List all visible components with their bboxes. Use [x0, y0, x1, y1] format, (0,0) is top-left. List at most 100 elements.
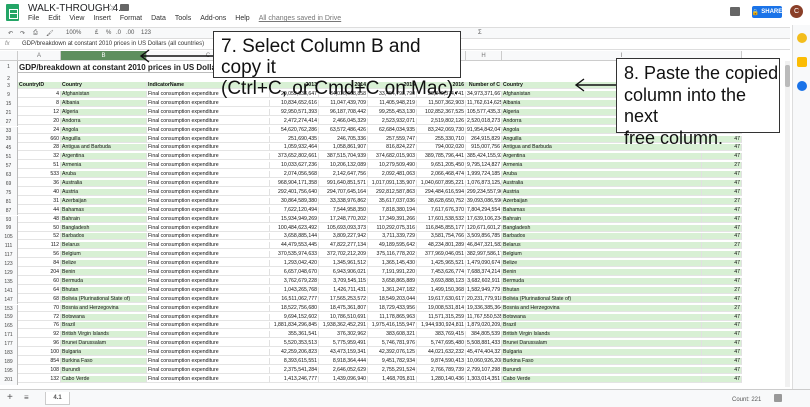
data-cell[interactable]: 7,804,294,554: [466, 206, 502, 214]
row-header[interactable]: 99: [0, 224, 18, 234]
tasks-icon[interactable]: [797, 57, 807, 67]
data-cell[interactable]: 9,451,782,934: [368, 358, 417, 365]
data-cell[interactable]: 120,671,601,272: [466, 224, 502, 232]
data-cell[interactable]: 64: [18, 286, 61, 294]
row-header[interactable]: 81: [0, 197, 18, 207]
data-cell[interactable]: Final consumption expenditure: [147, 197, 270, 205]
data-cell[interactable]: 1,479,090,674: [466, 260, 502, 268]
data-cell[interactable]: Botswana: [502, 313, 702, 321]
header-cell[interactable]: CountryID: [18, 82, 61, 89]
data-cell[interactable]: Bulgaria: [502, 349, 702, 357]
data-cell[interactable]: 7,622,120,494: [270, 206, 319, 214]
data-cell[interactable]: 9,694,152,602: [270, 313, 319, 321]
data-cell[interactable]: Bhutan: [502, 286, 702, 294]
data-cell[interactable]: 34,973,371,667: [466, 91, 502, 98]
data-cell[interactable]: 384,805,539: [466, 331, 502, 339]
data-cell[interactable]: Brunei Darussalam: [502, 340, 702, 348]
more-formats[interactable]: 123: [141, 30, 151, 36]
data-cell[interactable]: 72: [18, 313, 61, 321]
data-cell[interactable]: 91,954,842,047: [466, 126, 502, 134]
data-cell[interactable]: 1,938,362,452,291: [319, 322, 368, 330]
data-cell[interactable]: Bosnia and Herzegovina: [61, 304, 147, 312]
menu-format[interactable]: Format: [120, 15, 142, 25]
data-cell[interactable]: 19,336,385,364: [466, 304, 502, 312]
data-cell[interactable]: Andorra: [61, 117, 147, 125]
data-cell[interactable]: Final consumption expenditure: [147, 251, 270, 259]
data-cell[interactable]: 10,834,652,616: [270, 99, 319, 107]
data-cell[interactable]: 10,060,926,208: [466, 358, 502, 365]
data-cell[interactable]: Australia: [502, 180, 702, 187]
data-cell[interactable]: 39,093,086,596: [466, 197, 502, 205]
data-cell[interactable]: Final consumption expenditure: [147, 171, 270, 179]
data-cell[interactable]: 294,484,616,594: [417, 188, 466, 196]
data-cell[interactable]: Final consumption expenditure: [147, 322, 270, 330]
row-header[interactable]: 171: [0, 331, 18, 341]
data-cell[interactable]: 84: [18, 260, 61, 268]
data-cell[interactable]: 62,684,034,935: [368, 126, 417, 134]
data-cell[interactable]: 17,349,391,266: [368, 215, 417, 223]
data-cell[interactable]: Final consumption expenditure: [147, 215, 270, 223]
row-header[interactable]: 105: [0, 233, 18, 243]
data-cell[interactable]: 7,453,626,774: [417, 269, 466, 276]
data-cell[interactable]: Burkina Faso: [61, 358, 147, 365]
data-cell[interactable]: 16,511,062,777: [270, 295, 319, 303]
data-cell[interactable]: 2,074,056,568: [270, 171, 319, 179]
row-header[interactable]: 63: [0, 171, 18, 180]
row-header[interactable]: 21: [0, 108, 18, 118]
row-header[interactable]: 177: [0, 340, 18, 349]
data-cell[interactable]: Bermuda: [61, 277, 147, 285]
data-cell[interactable]: 11,762,614,625: [466, 99, 502, 107]
data-cell[interactable]: Final consumption expenditure: [147, 188, 270, 196]
data-cell[interactable]: 1,303,014,351: [466, 375, 502, 383]
data-cell[interactable]: Final consumption expenditure: [147, 366, 270, 374]
menu-file[interactable]: File: [28, 15, 39, 25]
data-cell[interactable]: 3,711,339,729: [368, 233, 417, 241]
row-header[interactable]: 195: [0, 366, 18, 376]
data-cell[interactable]: 11,767,550,535: [466, 313, 502, 321]
data-cell[interactable]: 373,652,802,661: [270, 153, 319, 161]
data-cell[interactable]: 48: [18, 215, 61, 223]
data-cell[interactable]: 5,520,353,513: [270, 340, 319, 348]
data-cell[interactable]: 816,824,227: [368, 144, 417, 152]
data-cell[interactable]: 105,693,093,373: [319, 224, 368, 232]
data-cell[interactable]: 6,943,906,021: [319, 269, 368, 276]
data-cell[interactable]: 5,775,959,491: [319, 340, 368, 348]
add-sheet-icon[interactable]: +: [7, 392, 13, 403]
row-header[interactable]: 75: [0, 188, 18, 198]
data-cell[interactable]: 51: [18, 162, 61, 170]
data-cell[interactable]: 7,818,380,194: [368, 206, 417, 214]
data-cell[interactable]: 7,191,991,220: [368, 269, 417, 276]
data-cell[interactable]: 92: [18, 331, 61, 339]
data-cell[interactable]: 3,762,679,228: [270, 277, 319, 285]
data-cell[interactable]: 1,345,961,512: [319, 260, 368, 268]
data-cell[interactable]: 375,116,778,202: [368, 251, 417, 259]
data-cell[interactable]: 2,142,647,756: [319, 171, 368, 179]
data-cell[interactable]: 383,769,415: [417, 331, 466, 339]
data-cell[interactable]: 33,338,976,862: [319, 197, 368, 205]
data-cell[interactable]: 2,375,541,284: [270, 366, 319, 374]
data-cell[interactable]: Botswana: [61, 313, 147, 321]
currency-format[interactable]: £: [95, 30, 98, 36]
data-cell[interactable]: 70: [18, 304, 61, 312]
data-cell[interactable]: 251,690,435: [270, 135, 319, 143]
data-cell[interactable]: 204: [18, 269, 61, 276]
data-cell[interactable]: 1,439,096,940: [319, 375, 368, 383]
data-cell[interactable]: 991,640,851,571: [319, 180, 368, 187]
data-cell[interactable]: 3,509,856,785: [466, 233, 502, 241]
data-cell[interactable]: 44: [18, 206, 61, 214]
data-cell[interactable]: 3,682,602,911: [466, 277, 502, 285]
data-cell[interactable]: 385,424,155,936: [466, 153, 502, 161]
data-cell[interactable]: Belgium: [61, 251, 147, 259]
share-button[interactable]: 🔒 SHARE: [752, 6, 782, 18]
data-cell[interactable]: Belarus: [61, 242, 147, 250]
data-cell[interactable]: 2,092,481,063: [368, 171, 417, 179]
data-cell[interactable]: Belize: [61, 260, 147, 268]
data-cell[interactable]: 96: [18, 340, 61, 348]
row-header[interactable]: 3: [0, 82, 18, 91]
data-cell[interactable]: 3,709,545,115: [319, 277, 368, 285]
data-cell[interactable]: 92,950,571,393: [270, 108, 319, 116]
data-cell[interactable]: Final consumption expenditure: [147, 180, 270, 187]
data-cell[interactable]: 2,472,274,414: [270, 117, 319, 125]
data-cell[interactable]: 76: [18, 322, 61, 330]
data-cell[interactable]: Final consumption expenditure: [147, 224, 270, 232]
